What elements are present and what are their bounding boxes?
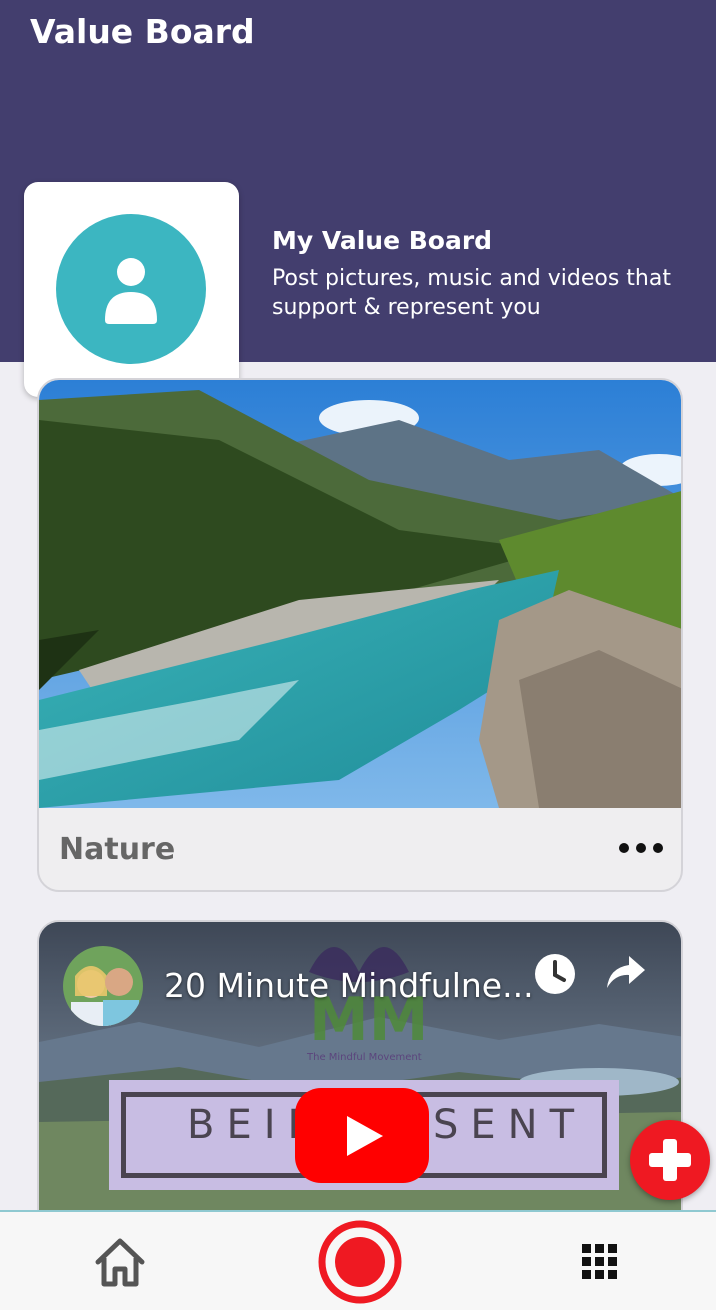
more-options-button[interactable] <box>619 838 663 858</box>
share-button[interactable] <box>605 954 647 994</box>
board-title: My Value Board <box>272 226 493 255</box>
bottom-nav <box>0 1210 716 1310</box>
watch-later-button[interactable] <box>533 952 577 1000</box>
play-button[interactable] <box>295 1088 429 1183</box>
banner-text-right: SENT <box>433 1102 587 1148</box>
nature-image[interactable] <box>39 380 683 808</box>
post-label: Nature <box>59 832 176 867</box>
post-card-nature[interactable]: Nature <box>37 378 683 892</box>
plus-icon <box>649 1139 691 1181</box>
nav-record[interactable] <box>316 1218 404 1306</box>
more-horizontal-icon <box>619 843 629 853</box>
clock-icon <box>535 954 575 994</box>
app-title: Value Board <box>30 12 255 51</box>
channel-avatar[interactable] <box>63 946 143 1026</box>
board-description: Post pictures, music and videos that sup… <box>272 266 671 320</box>
post-card-video[interactable]: MM The Mindful Movement 20 Minute Mindfu… <box>37 920 683 1240</box>
video-title[interactable]: 20 Minute Mindfulne... <box>164 966 534 1005</box>
user-icon <box>105 258 157 324</box>
youtube-play-icon <box>347 1116 383 1156</box>
add-post-button[interactable] <box>630 1120 710 1200</box>
share-arrow-icon <box>607 956 645 988</box>
logo-caption: The Mindful Movement <box>306 1052 422 1063</box>
record-icon <box>318 1220 402 1304</box>
home-icon <box>95 1238 145 1287</box>
apps-grid-icon <box>582 1244 617 1279</box>
nav-home[interactable] <box>94 1236 146 1292</box>
avatar[interactable] <box>56 214 206 364</box>
nav-apps[interactable] <box>580 1242 620 1286</box>
avatar-card[interactable] <box>24 182 239 397</box>
